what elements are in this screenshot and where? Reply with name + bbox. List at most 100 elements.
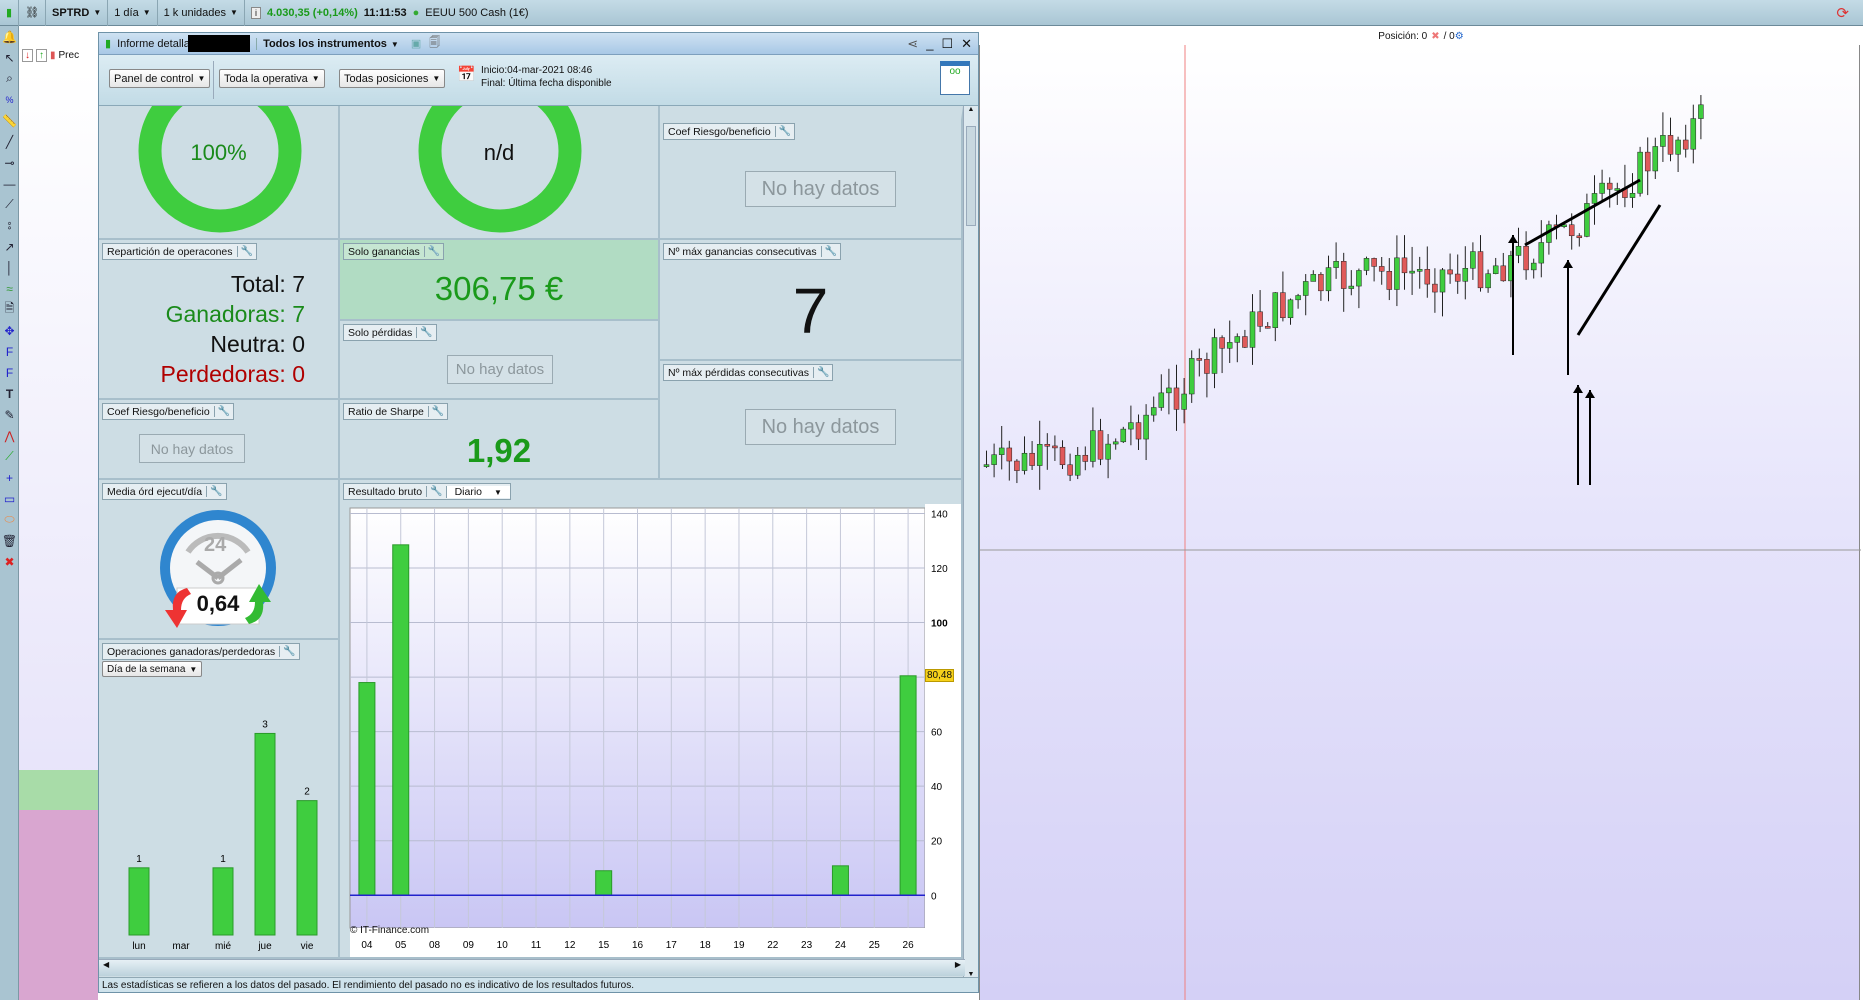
rectangle-icon[interactable]: ▭: [0, 488, 19, 509]
period-selector[interactable]: 1 día ▼: [108, 0, 158, 26]
mini-chart-header: ↓ ↑ ▮ Prec: [19, 45, 98, 65]
cursor-icon[interactable]: ↖: [0, 47, 19, 68]
wrench-icon[interactable]: 🔧: [427, 406, 447, 417]
candle: [998, 447, 1005, 455]
symbol-selector[interactable]: SPTRD ▼: [46, 0, 109, 26]
scroll-right-icon[interactable]: ▶: [955, 960, 961, 969]
wrench-icon[interactable]: 🔧: [774, 126, 794, 137]
alert-bell-icon[interactable]: 🔔: [0, 26, 19, 47]
weekday-label: vie: [301, 941, 314, 952]
wrench-icon[interactable]: 🔧: [423, 246, 443, 257]
ruler-icon[interactable]: 📏: [0, 110, 19, 131]
report-icon: ▮: [105, 38, 112, 50]
note-icon[interactable]: 🗎: [0, 299, 19, 320]
zoom-icon[interactable]: ⌕: [0, 68, 19, 89]
scroll-left-icon[interactable]: ◀: [103, 960, 109, 969]
candle: [1310, 274, 1317, 282]
maximize-icon[interactable]: ☐: [941, 36, 953, 52]
calendar-icon[interactable]: 📅: [457, 65, 476, 83]
wrench-icon[interactable]: 🔧: [416, 327, 435, 338]
segment-icon[interactable]: ⦂: [0, 215, 19, 236]
units-selector[interactable]: 1 k unidades ▼: [158, 0, 245, 26]
candle: [1340, 261, 1347, 289]
neutral-ops: Neutra: 0: [210, 331, 305, 357]
horizontal-scrollbar[interactable]: ◀ ▶: [99, 959, 965, 976]
ellipse-icon[interactable]: ⬭: [0, 509, 19, 530]
ray-icon[interactable]: ⟋: [0, 194, 19, 215]
candle-icon[interactable]: ▮: [0, 0, 20, 26]
posiciones-selector[interactable]: Todas posiciones ▼: [339, 69, 446, 88]
add-line-icon[interactable]: +: [0, 467, 19, 488]
y-tick-label: 0: [931, 891, 937, 902]
buy-icon[interactable]: ↑: [36, 48, 47, 62]
fibonacci-icon[interactable]: F: [0, 341, 19, 362]
y-tick-label: 120: [931, 564, 948, 575]
refresh-icon[interactable]: ⟳: [1836, 4, 1849, 22]
candle: [1014, 460, 1020, 471]
weekday-bar: [254, 732, 276, 936]
trend-icon[interactable]: ⟋: [0, 446, 19, 467]
coef-left-panel: Coef Riesgo/beneficio 🔧 No hay datos: [99, 400, 340, 480]
ratio-value: n/d: [483, 140, 515, 165]
resultado-panel: Resultado bruto🔧Diario▼ 0204060801001201…: [340, 480, 963, 959]
bar-value-label: 1: [136, 854, 142, 865]
horizontal-line-icon[interactable]: —: [0, 173, 19, 194]
trend-channel-icon[interactable]: ≈: [0, 278, 19, 299]
wrench-icon[interactable]: 🔧: [236, 246, 256, 257]
orders-gear-icon[interactable]: ⚙: [1455, 31, 1464, 42]
hline-point-icon[interactable]: ⊸: [0, 152, 19, 173]
info-icon[interactable]: i: [250, 6, 261, 19]
x-tick-label: 11: [531, 940, 542, 951]
x-tick-label: 26: [903, 940, 915, 951]
text-icon[interactable]: T: [0, 383, 19, 404]
result-bar: [899, 675, 917, 896]
panel-selector[interactable]: Panel de control ▼: [109, 69, 211, 88]
brush-icon[interactable]: ✎: [0, 404, 19, 425]
trash-icon[interactable]: 🗑: [0, 530, 19, 551]
arrow-icon[interactable]: ↗: [0, 236, 19, 257]
fibonacci-fan-icon[interactable]: F: [0, 362, 19, 383]
close-position-icon[interactable]: ✖: [1431, 31, 1439, 42]
vertical-line-icon[interactable]: │: [0, 257, 19, 278]
x-tick-label: 23: [801, 940, 813, 951]
scroll-up-icon[interactable]: ▲: [964, 106, 978, 113]
candle: [1325, 267, 1332, 292]
window-titlebar[interactable]: ▮ Informe detallado Todos los instrument…: [99, 33, 978, 55]
candle: [1591, 193, 1598, 204]
candle: [1211, 337, 1218, 374]
delete-objects-icon[interactable]: ✖: [0, 551, 19, 572]
minimize-icon[interactable]: _: [926, 36, 933, 52]
price-color-icon: ▮: [50, 49, 56, 61]
crosshair-icon[interactable]: ✥: [0, 320, 19, 341]
report-settings-icon[interactable]: oo: [940, 61, 970, 95]
percent-icon[interactable]: %: [0, 89, 19, 110]
wrench-icon[interactable]: 🔧: [812, 367, 832, 378]
orders-value: / 0: [1443, 30, 1455, 42]
start-date: Inicio:04-mar-2021 08:46: [481, 65, 593, 76]
quote-info: i 4.030,35 (+0,14%) 11:11:53 ● EEUU 500 …: [245, 0, 535, 26]
link-icon[interactable]: ⛓: [19, 0, 47, 26]
copy-icon[interactable]: 🗐: [429, 34, 440, 53]
close-icon[interactable]: ✕: [961, 36, 972, 52]
top-toolbar: ▮ ⛓ SPTRD ▼ 1 día ▼ 1 k unidades ▼ i 4.030,…: [0, 0, 1863, 26]
pattern-icon[interactable]: ⋀: [0, 425, 19, 446]
instrument-selector[interactable]: Todos los instrumentos ▼: [256, 37, 399, 50]
x-tick-label: 22: [767, 940, 779, 951]
price-chart[interactable]: [979, 45, 1861, 1000]
candle: [1470, 251, 1476, 269]
candle: [1690, 118, 1697, 150]
profit-zone: [19, 770, 98, 810]
candle: [1416, 269, 1423, 272]
sell-icon[interactable]: ↓: [22, 48, 33, 62]
share-icon[interactable]: ⋖: [907, 36, 918, 52]
chart-link-icon[interactable]: ▣: [411, 37, 421, 50]
report-toolbar: Panel de control ▼ Toda la operativa ▼ Tod…: [99, 55, 978, 106]
win-rate-value: 100%: [190, 140, 247, 165]
vertical-scrollbar[interactable]: ▲ ▼: [963, 106, 978, 978]
candle: [1287, 299, 1294, 319]
operativa-selector[interactable]: Toda la operativa ▼: [219, 69, 325, 88]
wrench-icon[interactable]: 🔧: [213, 406, 233, 417]
line-icon[interactable]: ╱: [0, 131, 19, 152]
sharpe-value: 1,92: [466, 432, 532, 469]
wrench-icon[interactable]: 🔧: [820, 246, 840, 257]
